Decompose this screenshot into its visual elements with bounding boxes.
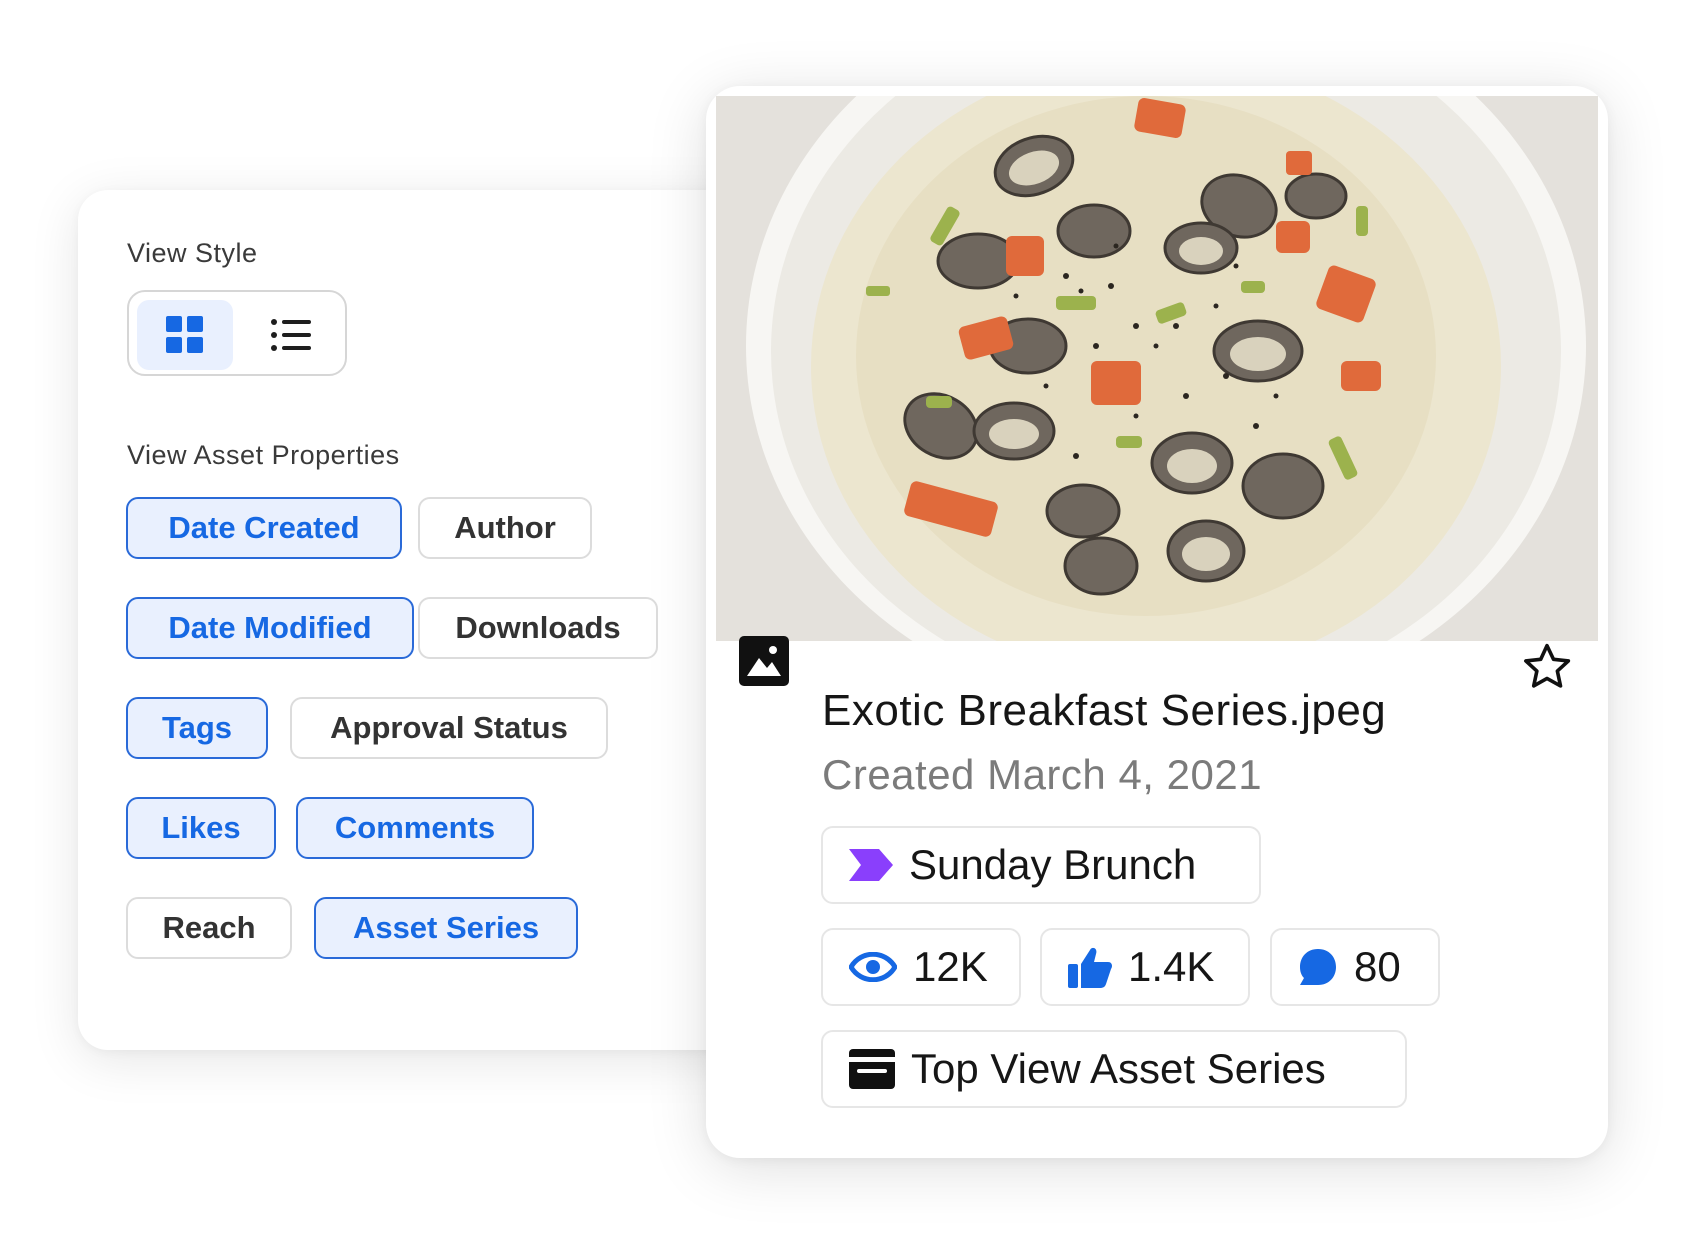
image-file-icon <box>739 636 789 691</box>
asset-file-name[interactable]: Exotic Breakfast Series.jpeg <box>822 686 1386 736</box>
tag-pill-sunday-brunch[interactable]: Sunday Brunch <box>821 826 1261 904</box>
list-view-button[interactable] <box>243 300 339 370</box>
comment-bubble-icon <box>1298 947 1338 987</box>
series-icon <box>849 1049 895 1089</box>
thumbs-up-icon <box>1068 946 1112 988</box>
view-asset-properties-label: View Asset Properties <box>127 440 400 470</box>
asset-thumbnail[interactable] <box>716 96 1598 641</box>
asset-series-label: Top View Asset Series <box>911 1045 1326 1092</box>
favorite-star-button[interactable] <box>1520 640 1574 699</box>
grid-icon <box>166 316 203 353</box>
likes-stat: 1.4K <box>1040 928 1250 1006</box>
comments-stat: 80 <box>1270 928 1440 1006</box>
property-chip-comments[interactable]: Comments <box>296 797 534 859</box>
view-style-toggle <box>127 290 347 376</box>
property-chip-date-modified[interactable]: Date Modified <box>126 597 414 659</box>
clam-chowder-image <box>716 96 1598 641</box>
grid-view-button[interactable] <box>137 300 233 370</box>
tag-icon <box>849 849 893 881</box>
tag-label: Sunday Brunch <box>909 841 1197 888</box>
eye-icon <box>849 952 897 982</box>
view-settings-panel: View Style View Asset Properties Date Cr… <box>78 190 798 1050</box>
property-chip-downloads[interactable]: Downloads <box>418 597 658 659</box>
comments-count: 80 <box>1354 943 1401 990</box>
asset-created-date: Created March 4, 2021 <box>822 751 1263 798</box>
asset-card[interactable]: Exotic Breakfast Series.jpeg Created Mar… <box>706 86 1608 1158</box>
list-icon <box>271 319 311 351</box>
star-icon <box>1524 643 1571 688</box>
property-chip-likes[interactable]: Likes <box>126 797 276 859</box>
views-count: 12K <box>913 943 988 990</box>
property-chip-reach[interactable]: Reach <box>126 897 292 959</box>
property-chip-date-created[interactable]: Date Created <box>126 497 402 559</box>
likes-count: 1.4K <box>1128 943 1215 990</box>
asset-series-pill[interactable]: Top View Asset Series <box>821 1030 1407 1108</box>
views-stat: 12K <box>821 928 1021 1006</box>
property-chip-tags[interactable]: Tags <box>126 697 268 759</box>
property-chip-asset-series[interactable]: Asset Series <box>314 897 578 959</box>
property-chip-approval-status[interactable]: Approval Status <box>290 697 608 759</box>
view-style-label: View Style <box>127 238 258 268</box>
property-chip-author[interactable]: Author <box>418 497 592 559</box>
